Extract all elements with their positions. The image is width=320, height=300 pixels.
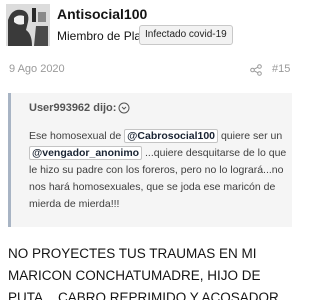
post-header: Antisocial100 Miembro de Plata Infectado… [0, 0, 300, 52]
post-number[interactable]: #15 [272, 63, 290, 75]
mention-link[interactable]: @Cabrosocial100 [124, 129, 219, 143]
mention-link[interactable]: @vengador_anonimo [29, 146, 143, 160]
quote-text: Ese homosexual de [29, 130, 125, 142]
user-banner: Infectado covid-19 [139, 25, 233, 45]
quote-text: quiere ser un [218, 130, 283, 142]
post-date[interactable]: 9 Ago 2020 [9, 63, 65, 75]
username[interactable]: Antisocial100 [57, 6, 147, 22]
avatar[interactable] [6, 4, 50, 46]
post-body: NO PROYECTES TUS TRAUMAS EN MI MARICON C… [8, 246, 283, 300]
quote-author[interactable]: User993962 dijo: [29, 102, 116, 114]
avatar-image [6, 4, 50, 46]
user-title: Miembro de Plata [57, 29, 152, 43]
quote-block: User993962 dijo: Ese homosexual de @Cabr… [8, 93, 292, 227]
expand-circle-icon[interactable] [118, 102, 130, 114]
quote-body: Ese homosexual de @Cabrosocial100 quiere… [29, 128, 291, 213]
share-icon[interactable] [250, 64, 262, 76]
post-meta: 9 Ago 2020 #15 [0, 63, 300, 79]
